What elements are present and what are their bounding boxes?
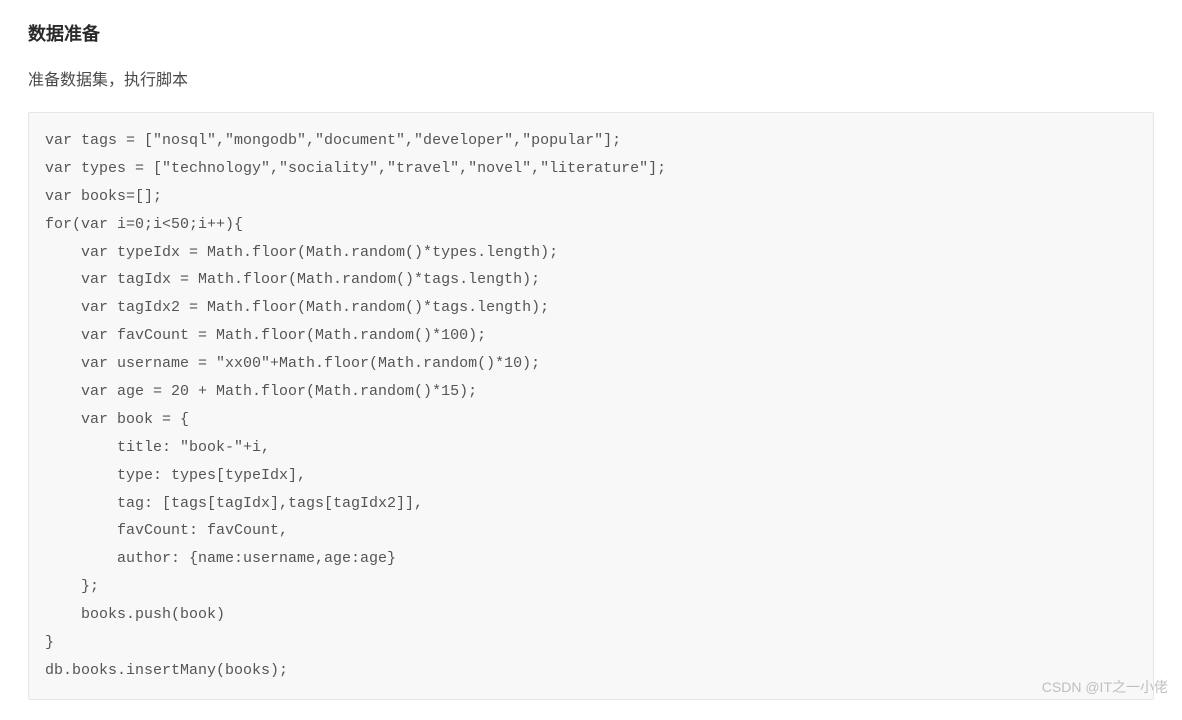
section-title: 数据准备 [28,20,1154,46]
section-subtitle: 准备数据集，执行脚本 [28,66,1154,90]
code-block[interactable]: var tags = ["nosql","mongodb","document"… [28,112,1154,700]
